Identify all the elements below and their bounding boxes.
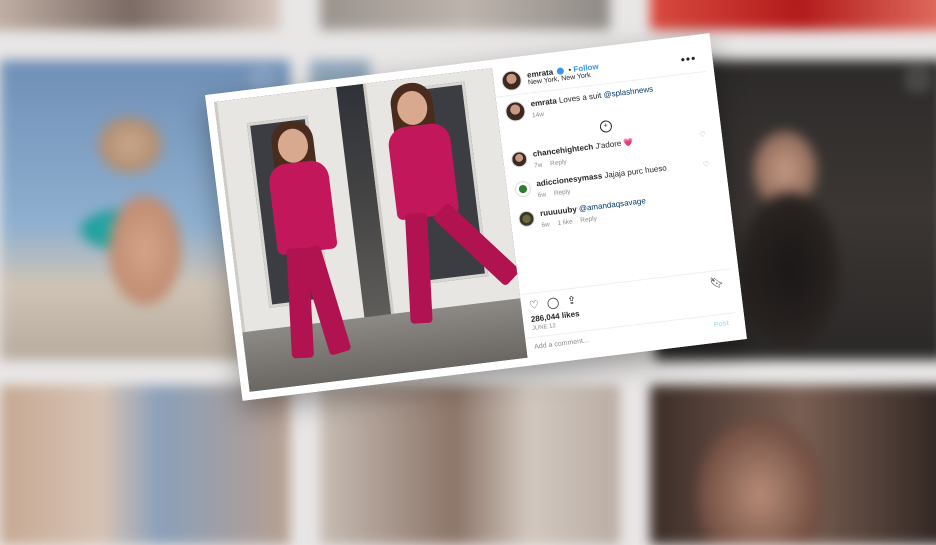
avatar[interactable] xyxy=(517,210,536,229)
load-more-comments-icon[interactable]: + xyxy=(599,119,613,134)
reply-button[interactable]: Reply xyxy=(553,189,570,198)
grid-photo[interactable] xyxy=(0,0,280,30)
avatar[interactable] xyxy=(514,180,532,199)
multi-photo-icon xyxy=(254,70,272,88)
caption-username[interactable]: emrata xyxy=(530,96,557,108)
comment-like-heart-icon[interactable]: ♡ xyxy=(703,160,710,169)
post-photo[interactable] xyxy=(214,67,528,392)
caption-time: 14w xyxy=(531,110,545,120)
comment-time: 7w xyxy=(533,161,543,170)
post-side-panel: emrata • Follow New York, New York ••• e… xyxy=(491,42,738,358)
avatar[interactable] xyxy=(504,100,527,123)
grid-photo[interactable] xyxy=(0,385,290,545)
comment-time: 6w xyxy=(541,221,551,230)
reply-button[interactable]: Reply xyxy=(580,216,597,225)
add-comment-input[interactable]: Add a comment... xyxy=(534,337,589,351)
comment-text: J'adore 💗 xyxy=(594,137,634,152)
avatar[interactable] xyxy=(500,68,523,92)
post-comment-button[interactable]: Post xyxy=(713,320,729,329)
multi-photo-icon xyxy=(909,70,927,88)
caption-mention[interactable]: @splashnews xyxy=(603,85,654,100)
reply-button[interactable]: Reply xyxy=(550,159,567,168)
heart-icon[interactable]: ♡ xyxy=(528,298,540,312)
grid-photo[interactable] xyxy=(650,385,936,545)
avatar[interactable] xyxy=(510,150,529,169)
verified-badge-icon xyxy=(556,67,565,75)
comment-time: 6w xyxy=(537,191,547,200)
comment-username[interactable]: ruuuuuby xyxy=(540,205,578,218)
grid-photo[interactable] xyxy=(650,0,936,30)
pink-jacket xyxy=(267,158,338,256)
comment-likes[interactable]: 1 like xyxy=(557,219,573,228)
comment-like-heart-icon[interactable]: ♡ xyxy=(699,131,706,140)
comments-list: emrata Loves a suit @splashnews 14w + ch… xyxy=(496,72,731,294)
grid-photo[interactable] xyxy=(320,385,620,545)
grid-photo[interactable] xyxy=(320,0,610,30)
bookmark-icon[interactable]: 🔖︎ xyxy=(709,275,724,290)
share-icon[interactable]: ⇪ xyxy=(566,293,577,307)
post-card: emrata • Follow New York, New York ••• e… xyxy=(205,33,747,401)
comment-icon[interactable]: ◯ xyxy=(546,296,560,310)
caption-text: Loves a suit xyxy=(558,90,602,105)
more-options-icon[interactable]: ••• xyxy=(680,51,697,67)
